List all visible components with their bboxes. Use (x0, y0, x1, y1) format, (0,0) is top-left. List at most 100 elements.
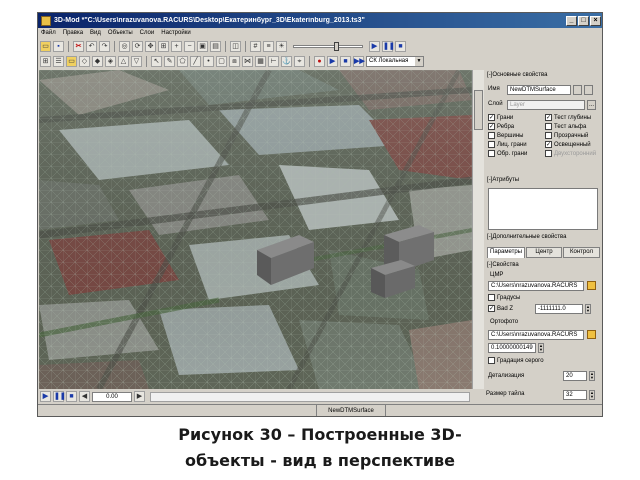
menu-edit[interactable]: Правка (63, 30, 83, 36)
point-icon[interactable]: • (203, 55, 214, 67)
dem-path-field[interactable]: C:\Users\nrazuvanova.RACURS (488, 281, 584, 291)
minimize-icon[interactable]: _ (566, 15, 577, 26)
menu-settings[interactable]: Настройки (161, 30, 190, 36)
checkbox[interactable] (488, 294, 495, 301)
record-icon[interactable]: ● (314, 55, 325, 67)
pan-icon[interactable]: ✥ (145, 40, 156, 52)
tool-b-icon[interactable]: ◆ (92, 55, 103, 67)
color-button[interactable] (573, 85, 582, 95)
close-icon[interactable]: × (590, 15, 601, 26)
checkbox[interactable] (488, 141, 495, 148)
maximize-icon[interactable]: □ (578, 15, 589, 26)
grid-view-icon[interactable]: ⊞ (40, 55, 51, 67)
forward-icon[interactable]: ▶ (134, 391, 145, 402)
check-vertices[interactable]: Вершины (488, 132, 523, 139)
view-top-icon[interactable]: ▣ (197, 40, 208, 52)
checkbox[interactable]: ✓ (545, 141, 552, 148)
play2-icon[interactable]: ▶ (327, 55, 338, 67)
check-double-sided[interactable]: Двухсторонний (545, 150, 596, 157)
name-field[interactable]: NewDTMSurface (507, 85, 571, 95)
extra-properties-header[interactable]: [-]Дополнительные свойства (487, 234, 567, 240)
animation-slider[interactable] (293, 41, 363, 51)
ortho-value-field[interactable]: 0.10000000149 (488, 343, 536, 353)
basic-properties-header[interactable]: [-]Основные свойства (487, 72, 547, 78)
tab-center[interactable]: Центр (526, 247, 562, 258)
checkbox[interactable] (545, 123, 552, 130)
menu-objects[interactable]: Объекты (108, 30, 133, 36)
folder-icon[interactable]: ▭ (66, 55, 77, 67)
snap-icon[interactable]: ⌖ (294, 55, 305, 67)
zoom-icon[interactable]: ◎ (119, 40, 130, 52)
box-icon[interactable]: ▢ (216, 55, 227, 67)
checkbox[interactable]: ✓ (488, 114, 495, 121)
bad-z-field[interactable]: -1111111.0 (535, 304, 583, 314)
stop-icon[interactable]: ■ (66, 391, 77, 402)
tab-control[interactable]: Контрол (563, 247, 600, 258)
checkbox[interactable] (488, 357, 495, 364)
layer-field[interactable]: Layer (507, 100, 585, 110)
save-icon[interactable]: ▪ (53, 40, 64, 52)
checkbox[interactable] (545, 132, 552, 139)
pause-icon[interactable]: ❚❚ (382, 40, 395, 52)
chevron-down-icon[interactable]: ▼ (415, 56, 423, 66)
play-icon[interactable]: ▶ (369, 40, 380, 52)
zoom-in-icon[interactable]: + (171, 40, 182, 52)
edit-icon[interactable]: ✎ (164, 55, 175, 67)
checkbox[interactable]: ✓ (488, 305, 495, 312)
check-grayscale[interactable]: Градация серого (488, 357, 544, 364)
select-icon[interactable]: ↖ (151, 55, 162, 67)
checkbox[interactable]: ✓ (545, 114, 552, 121)
check-transparent[interactable]: Прозрачный (545, 132, 588, 139)
zoom-out-icon[interactable]: − (184, 40, 195, 52)
attributes-header[interactable]: [-]Атрибуты (487, 177, 519, 183)
check-alpha-test[interactable]: Тест альфа (545, 123, 586, 130)
folder-icon[interactable] (587, 330, 596, 339)
list-view-icon[interactable]: ☰ (53, 55, 64, 67)
camera-icon[interactable]: ◫ (230, 40, 241, 52)
undo-icon[interactable]: ↶ (86, 40, 97, 52)
check-degrees[interactable]: Градусы (488, 294, 520, 301)
texture-icon[interactable]: ▦ (255, 55, 266, 67)
color-button-2[interactable] (584, 85, 593, 95)
check-back-faces[interactable]: Обр. грани (488, 150, 527, 157)
rotate-icon[interactable]: ⟳ (132, 40, 143, 52)
slider-thumb[interactable] (334, 41, 339, 51)
line-icon[interactable]: ╱ (190, 55, 201, 67)
props-header[interactable]: [-]Свойства (487, 262, 519, 268)
tile-field[interactable]: 32 (563, 390, 587, 400)
light-icon[interactable]: ☀ (276, 40, 287, 52)
checkbox[interactable] (488, 150, 495, 157)
menu-file[interactable]: Файл (41, 30, 56, 36)
menu-layers[interactable]: Слои (140, 30, 155, 36)
coordinate-system-select[interactable]: СК Локальная ▼ (366, 55, 424, 67)
check-depth-test[interactable]: ✓ Тест глубины (545, 114, 591, 121)
cut-icon[interactable]: ✂ (73, 40, 84, 52)
3d-viewport[interactable] (39, 70, 484, 389)
check-edges[interactable]: ✓ Ребра (488, 123, 514, 130)
checkbox[interactable] (545, 150, 552, 157)
grid-icon[interactable]: # (250, 40, 261, 52)
checkbox[interactable] (488, 132, 495, 139)
open-icon[interactable]: ▭ (40, 40, 51, 52)
detail-field[interactable]: 20 (563, 371, 587, 381)
folder-icon[interactable] (587, 281, 596, 290)
rewind-icon[interactable]: ◀ (79, 391, 90, 402)
view-front-icon[interactable]: ▤ (210, 40, 221, 52)
stop-icon[interactable]: ■ (395, 40, 406, 52)
check-bad-z[interactable]: ✓ Bad Z (488, 305, 513, 312)
check-lit[interactable]: ✓ Освещенный (545, 141, 591, 148)
menu-view[interactable]: Вид (90, 30, 101, 36)
step-icon[interactable]: ▶▶ (353, 55, 365, 67)
scrollbar-thumb[interactable] (474, 90, 483, 130)
tool-a-icon[interactable]: ◇ (79, 55, 90, 67)
viewport-scrollbar[interactable] (472, 70, 484, 389)
timeline-scrollbar[interactable] (150, 391, 470, 402)
cube-icon[interactable]: ⧈ (229, 55, 240, 67)
attributes-list[interactable] (488, 188, 598, 230)
play-icon[interactable]: ▶ (40, 391, 51, 402)
ortho-path-field[interactable]: C:\Users\nrazuvanova.RACURS (488, 330, 584, 340)
fit-icon[interactable]: ⊞ (158, 40, 169, 52)
tool-d-icon[interactable]: △ (118, 55, 129, 67)
measure-icon[interactable]: ⊢ (268, 55, 279, 67)
layer-browse-button[interactable]: ... (587, 100, 596, 110)
